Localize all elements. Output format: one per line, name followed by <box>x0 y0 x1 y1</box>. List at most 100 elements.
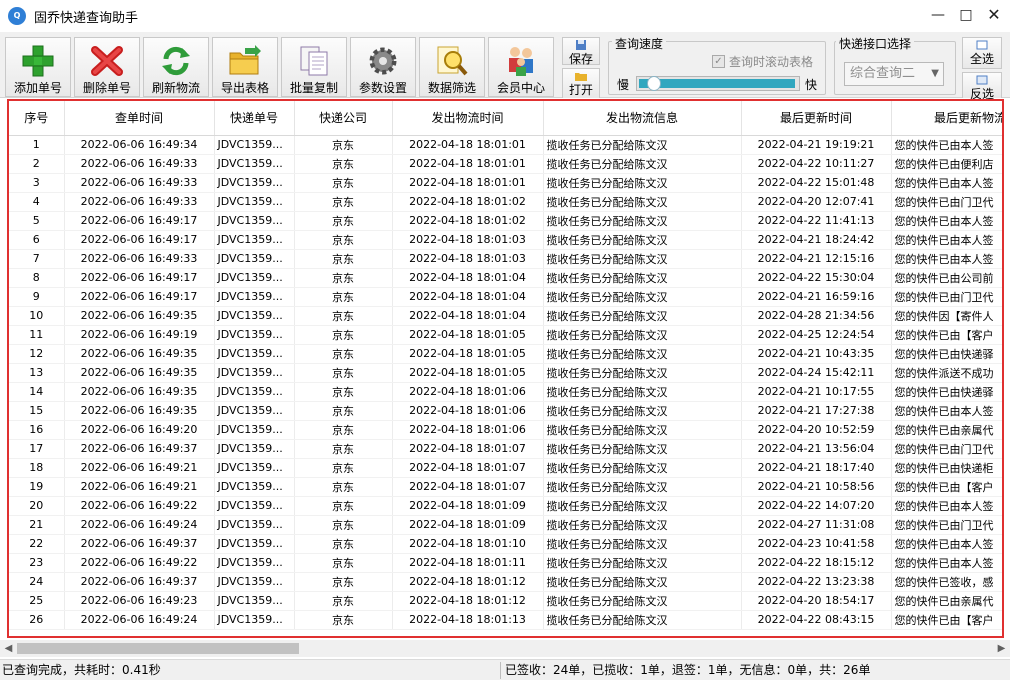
speed-slider-fill <box>639 79 795 88</box>
minimize-icon[interactable]: — <box>924 4 952 26</box>
delete-tracking-button[interactable]: 删除单号 <box>74 37 140 97</box>
table-cell: 2022-04-20 10:52:59 <box>741 420 892 440</box>
table-row[interactable]: 13 2022-06-06 16:49:35 JDVC1359... 京东 2022-0… <box>9 363 1002 383</box>
table-cell: JDVC1359... <box>214 249 295 269</box>
table-cell: 揽收任务已分配给陈文汉 <box>543 268 742 288</box>
table-cell: 2022-06-06 16:49:24 <box>64 610 215 630</box>
table-cell: 您的快件已签收，感 <box>891 572 1002 592</box>
select-all-button[interactable]: 全选 <box>962 37 1002 69</box>
table-cell: 您的快件已由门卫代 <box>891 192 1002 212</box>
table-row[interactable]: 10 2022-06-06 16:49:35 JDVC1359... 京东 2022-0… <box>9 306 1002 326</box>
table-cell: 揽收任务已分配给陈文汉 <box>543 458 742 478</box>
title-bar: Q 固乔快递查询助手 — □ ✕ <box>0 0 1010 32</box>
table-row[interactable]: 14 2022-06-06 16:49:35 JDVC1359... 京东 2022-0… <box>9 382 1002 402</box>
table-row[interactable]: 24 2022-06-06 16:49:37 JDVC1359... 京东 2022-0… <box>9 572 1002 592</box>
table-row[interactable]: 16 2022-06-06 16:49:20 JDVC1359... 京东 2022-0… <box>9 420 1002 440</box>
refresh-icon <box>162 46 190 76</box>
horizontal-scrollbar[interactable]: ◀ ▶ <box>0 640 1010 657</box>
table-cell: 揽收任务已分配给陈文汉 <box>543 230 742 250</box>
table-cell: 1 <box>9 135 65 155</box>
table-row[interactable]: 20 2022-06-06 16:49:22 JDVC1359... 京东 2022-0… <box>9 496 1002 516</box>
column-header[interactable]: 最后更新物流 <box>891 101 1002 136</box>
table-row[interactable]: 25 2022-06-06 16:49:23 JDVC1359... 京东 2022-0… <box>9 591 1002 611</box>
table-cell: 2022-06-06 16:49:35 <box>64 363 215 383</box>
table-cell: 京东 <box>294 344 393 364</box>
table-cell: 揽收任务已分配给陈文汉 <box>543 420 742 440</box>
table-row[interactable]: 15 2022-06-06 16:49:35 JDVC1359... 京东 2022-0… <box>9 401 1002 421</box>
query-speed-slider[interactable] <box>636 76 800 91</box>
table-cell: 17 <box>9 439 65 459</box>
status-left-text: 已查询完成，共耗时：0.41秒 <box>2 663 161 677</box>
member-center-button[interactable]: 会员中心 <box>488 37 554 97</box>
table-cell: 20 <box>9 496 65 516</box>
table-cell: 2022-04-21 18:17:40 <box>741 458 892 478</box>
save-icon <box>576 40 586 50</box>
table-cell: 2022-04-21 19:19:21 <box>741 135 892 155</box>
table-row[interactable]: 8 2022-06-06 16:49:17 JDVC1359... 京东 2022-04… <box>9 268 1002 288</box>
table-row[interactable]: 18 2022-06-06 16:49:21 JDVC1359... 京东 2022-0… <box>9 458 1002 478</box>
table-cell: 2022-04-18 18:01:05 <box>392 325 544 345</box>
api-select-title: 快递接口选择 <box>836 35 915 52</box>
table-cell: 京东 <box>294 496 393 516</box>
table-row[interactable]: 1 2022-06-06 16:49:34 JDVC1359... 京东 2022-04… <box>9 135 1002 155</box>
table-cell: 2022-04-22 15:30:04 <box>741 268 892 288</box>
column-header[interactable]: 快递单号 <box>214 101 295 136</box>
table-cell: 您的快件已由本人签 <box>891 211 1002 231</box>
speed-slider-thumb[interactable] <box>647 76 661 91</box>
settings-button[interactable]: 参数设置 <box>350 37 416 97</box>
table-cell: 京东 <box>294 401 393 421</box>
column-header[interactable]: 快递公司 <box>294 101 393 136</box>
table-cell: 揽收任务已分配给陈文汉 <box>543 610 742 630</box>
table-row[interactable]: 19 2022-06-06 16:49:21 JDVC1359... 京东 2022-0… <box>9 477 1002 497</box>
table-row[interactable]: 6 2022-06-06 16:49:17 JDVC1359... 京东 2022-04… <box>9 230 1002 250</box>
table-row[interactable]: 12 2022-06-06 16:49:35 JDVC1359... 京东 2022-0… <box>9 344 1002 364</box>
scroll-right-icon[interactable]: ▶ <box>993 640 1010 657</box>
table-cell: 2022-04-18 18:01:05 <box>392 344 544 364</box>
speed-slow-label: 慢 <box>617 78 630 92</box>
scroll-table-checkbox[interactable]: ✓ 查询时滚动表格 <box>712 53 813 70</box>
scroll-left-icon[interactable]: ◀ <box>0 640 17 657</box>
table-cell: 揽收任务已分配给陈文汉 <box>543 534 742 554</box>
table-cell: 2022-06-06 16:49:37 <box>64 572 215 592</box>
select-all-icon <box>976 40 988 50</box>
table-row[interactable]: 21 2022-06-06 16:49:24 JDVC1359... 京东 2022-0… <box>9 515 1002 535</box>
invert-selection-icon <box>976 75 988 85</box>
column-header[interactable]: 发出物流信息 <box>543 101 742 136</box>
table-row[interactable]: 5 2022-06-06 16:49:17 JDVC1359... 京东 2022-04… <box>9 211 1002 231</box>
table-cell: 2022-06-06 16:49:24 <box>64 515 215 535</box>
table-cell: 6 <box>9 230 65 250</box>
table-cell: 揽收任务已分配给陈文汉 <box>543 401 742 421</box>
refresh-logistics-button[interactable]: 刷新物流 <box>143 37 209 97</box>
table-row[interactable]: 11 2022-06-06 16:49:19 JDVC1359... 京东 2022-0… <box>9 325 1002 345</box>
invert-selection-button[interactable]: 反选 <box>962 72 1002 101</box>
column-header[interactable]: 发出物流时间 <box>392 101 544 136</box>
data-filter-button[interactable]: 数据筛选 <box>419 37 485 97</box>
maximize-icon[interactable]: □ <box>952 4 980 26</box>
table-row[interactable]: 23 2022-06-06 16:49:22 JDVC1359... 京东 2022-0… <box>9 553 1002 573</box>
table-row[interactable]: 9 2022-06-06 16:49:17 JDVC1359... 京东 2022-04… <box>9 287 1002 307</box>
table-cell: JDVC1359... <box>214 534 295 554</box>
column-header[interactable]: 查单时间 <box>64 101 215 136</box>
close-icon[interactable]: ✕ <box>980 4 1008 26</box>
table-row[interactable]: 22 2022-06-06 16:49:37 JDVC1359... 京东 2022-0… <box>9 534 1002 554</box>
table-cell: JDVC1359... <box>214 154 295 174</box>
column-header[interactable]: 序号 <box>9 101 65 136</box>
table-row[interactable]: 26 2022-06-06 16:49:24 JDVC1359... 京东 2022-0… <box>9 610 1002 630</box>
table-cell: 2022-06-06 16:49:37 <box>64 534 215 554</box>
api-select-dropdown[interactable]: 综合查询二 ▼ <box>844 62 944 86</box>
add-tracking-button[interactable]: 添加单号 <box>5 37 71 97</box>
table-row[interactable]: 2 2022-06-06 16:49:33 JDVC1359... 京东 2022-04… <box>9 154 1002 174</box>
open-button[interactable]: 打开 <box>562 68 600 98</box>
table-cell: 2022-04-18 18:01:12 <box>392 591 544 611</box>
column-header[interactable]: 最后更新时间 <box>741 101 892 136</box>
table-cell: JDVC1359... <box>214 173 295 193</box>
save-button[interactable]: 保存 <box>562 37 600 66</box>
table-cell: 2022-04-18 18:01:03 <box>392 249 544 269</box>
batch-copy-button[interactable]: 批量复制 <box>281 37 347 97</box>
table-row[interactable]: 4 2022-06-06 16:49:33 JDVC1359... 京东 2022-04… <box>9 192 1002 212</box>
scrollbar-thumb[interactable] <box>17 643 299 654</box>
table-row[interactable]: 7 2022-06-06 16:49:33 JDVC1359... 京东 2022-04… <box>9 249 1002 269</box>
export-table-button[interactable]: 导出表格 <box>212 37 278 97</box>
table-row[interactable]: 17 2022-06-06 16:49:37 JDVC1359... 京东 2022-0… <box>9 439 1002 459</box>
table-row[interactable]: 3 2022-06-06 16:49:33 JDVC1359... 京东 2022-04… <box>9 173 1002 193</box>
